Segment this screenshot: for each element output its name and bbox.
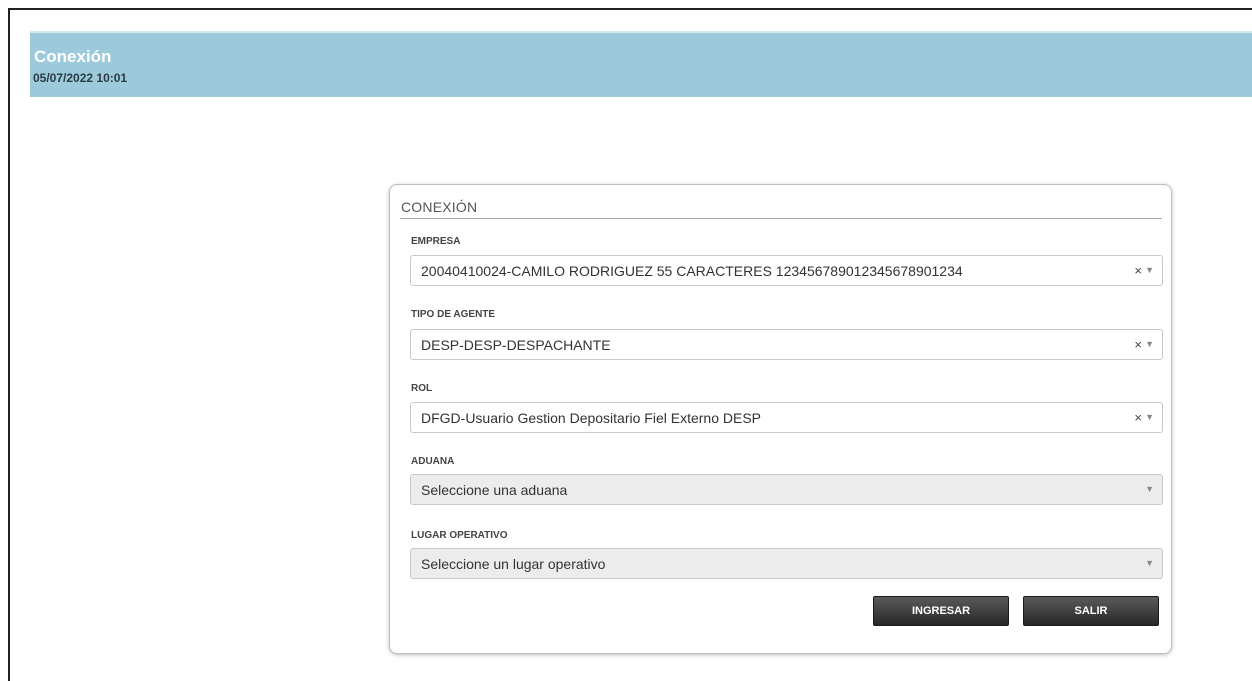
ingresar-button[interactable]: INGRESAR xyxy=(873,596,1009,626)
tipo-agente-clear-icon[interactable]: × xyxy=(1134,337,1142,352)
rol-clear-icon[interactable]: × xyxy=(1134,410,1142,425)
rol-label: ROL xyxy=(411,383,433,394)
tipo-agente-value: DESP-DESP-DESPACHANTE xyxy=(421,337,611,353)
empresa-label: EMPRESA xyxy=(411,236,461,247)
chevron-down-icon[interactable]: ▼ xyxy=(1145,412,1154,422)
rol-select[interactable]: DFGD-Usuario Gestion Depositario Fiel Ex… xyxy=(410,402,1163,433)
header-datetime: 05/07/2022 10:01 xyxy=(33,71,128,85)
chevron-down-icon[interactable]: ▼ xyxy=(1145,339,1154,349)
panel-title: CONEXIÓN xyxy=(401,199,478,215)
aduana-select[interactable]: Seleccione una aduana ▼ xyxy=(410,474,1163,505)
tipo-agente-select[interactable]: DESP-DESP-DESPACHANTE × ▼ xyxy=(410,329,1163,360)
rol-value: DFGD-Usuario Gestion Depositario Fiel Ex… xyxy=(421,410,762,426)
empresa-value: 20040410024-CAMILO RODRIGUEZ 55 CARACTER… xyxy=(421,263,963,279)
aduana-label: ADUANA xyxy=(411,456,455,467)
lugar-operativo-label: LUGAR OPERATIVO xyxy=(411,530,508,541)
lugar-operativo-select[interactable]: Seleccione un lugar operativo ▼ xyxy=(410,548,1163,579)
salir-button[interactable]: SALIR xyxy=(1023,596,1159,626)
page-title: Conexión xyxy=(34,47,112,66)
panel-divider xyxy=(400,218,1162,219)
page-header: Conexión 05/07/2022 10:01 xyxy=(30,31,1252,97)
tipo-agente-label: TIPO DE AGENTE xyxy=(411,309,496,320)
lugar-operativo-placeholder: Seleccione un lugar operativo xyxy=(421,556,606,572)
chevron-down-icon[interactable]: ▼ xyxy=(1145,265,1154,275)
empresa-clear-icon[interactable]: × xyxy=(1134,263,1142,278)
connection-panel: CONEXIÓN EMPRESA 20040410024-CAMILO RODR… xyxy=(389,184,1172,654)
aduana-placeholder: Seleccione una aduana xyxy=(421,482,568,498)
empresa-select[interactable]: 20040410024-CAMILO RODRIGUEZ 55 CARACTER… xyxy=(410,255,1163,286)
chevron-down-icon[interactable]: ▼ xyxy=(1145,484,1154,494)
chevron-down-icon[interactable]: ▼ xyxy=(1145,558,1154,568)
